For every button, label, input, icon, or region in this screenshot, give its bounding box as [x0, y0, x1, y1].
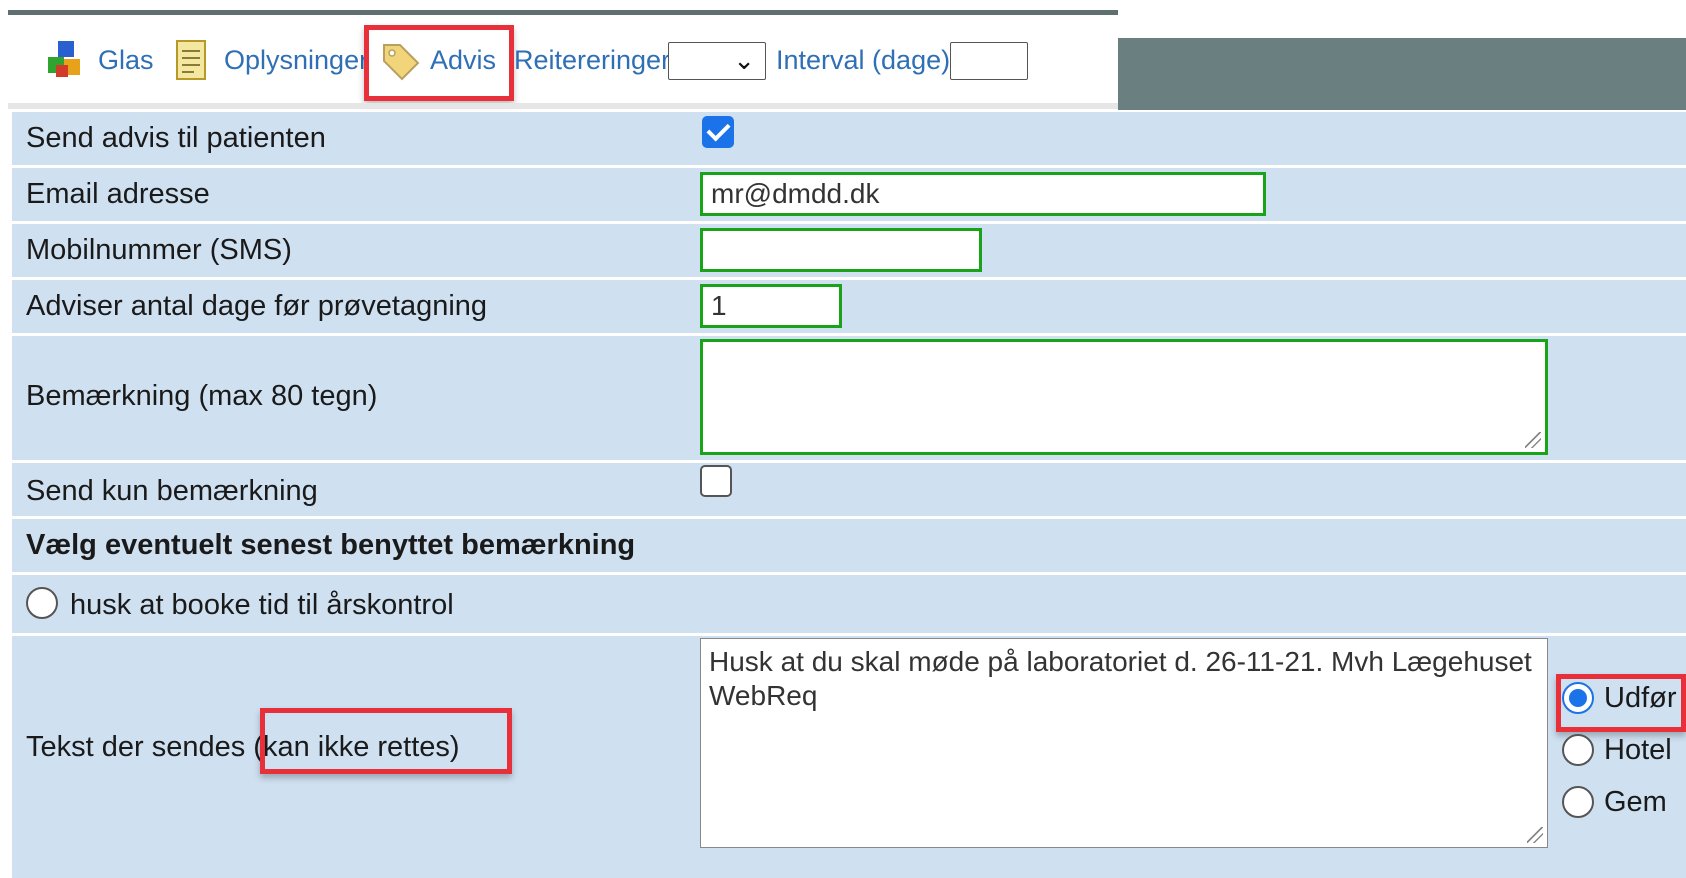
advis-form: Send advis til patienten Email adresse m… — [12, 112, 1686, 878]
bemaerkning-textarea[interactable] — [700, 339, 1548, 455]
row-previous-remark: husk at booke tid til årskontrol — [12, 575, 1686, 633]
hotel-label: Hotel — [1604, 734, 1672, 766]
row-mobil: Mobilnummer (SMS) — [12, 224, 1686, 277]
interval-input[interactable] — [950, 42, 1028, 80]
row-send-kun: Send kun bemærkning — [12, 463, 1686, 516]
mobil-label: Mobilnummer (SMS) — [26, 234, 292, 266]
send-kun-label: Send kun bemærkning — [26, 475, 318, 507]
row-vaelg: Vælg eventuelt senest benyttet bemærknin… — [12, 519, 1686, 572]
row-dage: Adviser antal dage før prøvetagning 1 — [12, 280, 1686, 333]
tab-oplysninger[interactable]: Oplysninger — [174, 35, 368, 85]
tab-glas-label: Glas — [98, 44, 154, 75]
gem-radio[interactable] — [1562, 786, 1594, 818]
toolbar-divider — [8, 103, 1118, 109]
row-email: Email adresse mr@dmdd.dk — [12, 168, 1686, 221]
tekst-readonly-textarea: Husk at du skal møde på laboratoriet d. … — [700, 638, 1548, 848]
cubes-icon — [46, 39, 86, 81]
previous-remark-radio[interactable] — [26, 587, 58, 619]
bemaerkning-label: Bemærkning (max 80 tegn) — [26, 380, 378, 412]
send-kun-checkbox[interactable] — [700, 465, 732, 497]
highlight-advis — [364, 25, 514, 101]
row-tekst: Tekst der sendes (kan ikke rettes) Husk … — [12, 636, 1686, 878]
email-label: Email adresse — [26, 178, 210, 210]
email-field[interactable]: mr@dmdd.dk — [700, 172, 1266, 216]
highlight-udfor — [1556, 674, 1686, 732]
chevron-down-icon: ⌄ — [733, 45, 755, 75]
reitereringer-select[interactable]: ⌄ — [668, 42, 766, 80]
dage-label: Adviser antal dage før prøvetagning — [26, 290, 488, 322]
mobil-field[interactable] — [700, 228, 982, 272]
resize-grip-icon[interactable] — [1525, 432, 1541, 448]
gem-label: Gem — [1604, 786, 1667, 818]
tab-glas[interactable]: Glas — [46, 35, 154, 85]
dage-field[interactable]: 1 — [700, 284, 842, 328]
send-advis-label: Send advis til patienten — [26, 122, 326, 154]
send-advis-checkbox[interactable] — [702, 116, 734, 148]
tab-oplysninger-label: Oplysninger — [224, 44, 369, 75]
hotel-radio[interactable] — [1562, 734, 1594, 766]
row-bemaerkning: Bemærkning (max 80 tegn) — [12, 336, 1686, 460]
reitereringer-label: Reitereringer — [514, 44, 671, 75]
row-send-advis: Send advis til patienten — [12, 112, 1686, 165]
previous-remark-label: husk at booke tid til årskontrol — [70, 589, 454, 621]
interval-label: Interval (dage) — [776, 44, 951, 75]
document-icon — [174, 39, 208, 81]
vaelg-heading: Vælg eventuelt senest benyttet bemærknin… — [26, 529, 636, 561]
resize-grip-icon[interactable] — [1527, 827, 1543, 843]
header-bar — [1118, 38, 1686, 110]
highlight-kan-ikke-rettes — [260, 708, 512, 774]
toolbar: Glas Oplysninger Advis Reitereringer ⌄ I… — [8, 10, 1118, 110]
